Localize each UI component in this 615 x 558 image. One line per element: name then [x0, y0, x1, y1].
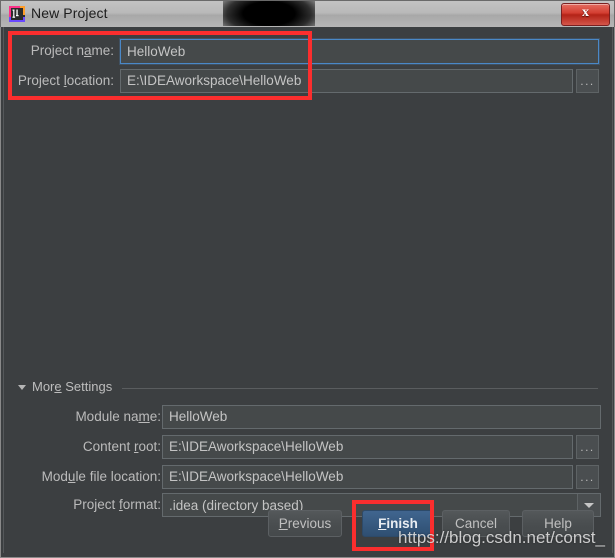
chevron-down-icon	[584, 503, 594, 508]
module-name-label: Module name:	[75, 409, 161, 424]
chevron-down-icon[interactable]	[18, 385, 26, 390]
title-bar: New Project x	[0, 0, 615, 27]
project-format-label: Project format:	[73, 497, 161, 512]
project-location-input[interactable]: E:\IDEAworkspace\HelloWeb	[120, 69, 573, 93]
project-name-input[interactable]: HelloWeb	[120, 39, 599, 64]
dialog-body: Project name: HelloWeb Project location:…	[0, 27, 615, 558]
intellij-idea-icon	[9, 6, 25, 22]
previous-button[interactable]: Previous	[268, 510, 342, 537]
module-name-input[interactable]: HelloWeb	[162, 405, 601, 429]
content-root-label: Content root:	[82, 439, 161, 454]
project-location-browse-button[interactable]: ...	[576, 69, 599, 93]
content-root-input[interactable]: E:\IDEAworkspace\HelloWeb	[162, 435, 573, 459]
project-name-label: Project name:	[30, 43, 114, 58]
close-icon: x	[582, 5, 589, 20]
dialog-inner-frame: Project name: HelloWeb Project location:…	[3, 27, 613, 553]
project-location-label: Project location:	[17, 73, 114, 88]
module-file-location-browse-button[interactable]: ...	[576, 465, 599, 489]
new-project-dialog-window: New Project x Project name: HelloWeb Pro…	[0, 0, 615, 558]
module-file-location-input[interactable]: E:\IDEAworkspace\HelloWeb	[162, 465, 573, 489]
group-separator	[122, 388, 598, 389]
watermark-text: https://blog.csdn.net/const_	[398, 528, 605, 547]
more-settings-group-header[interactable]: More Settings	[18, 379, 598, 396]
window-title: New Project	[31, 5, 108, 21]
more-settings-label[interactable]: More Settings	[32, 379, 112, 394]
redacted-title-region	[223, 1, 315, 26]
close-button[interactable]: x	[561, 3, 610, 26]
content-root-browse-button[interactable]: ...	[576, 435, 599, 459]
module-file-location-label: Module file location:	[41, 469, 161, 484]
